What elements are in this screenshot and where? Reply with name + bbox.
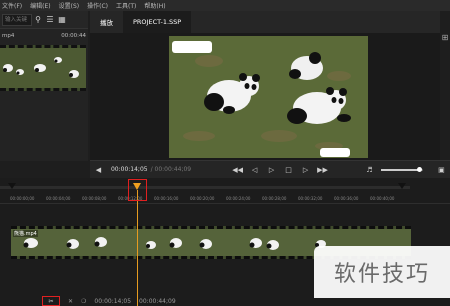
asset-header: mp4 00:00:44: [0, 33, 88, 43]
asset-duration: 00:00:44: [61, 33, 86, 39]
transport-bar: ◀ 00:00:14;05 / 00:00:44;09 ◀◀ ◁ ▷ □ ▷ ▶…: [90, 160, 450, 178]
total-time: / 00:00:44;09: [150, 166, 192, 173]
volume-fill: [380, 168, 419, 171]
search-input[interactable]: [2, 13, 32, 26]
menu-settings[interactable]: 设置(S): [59, 1, 80, 10]
range-start-marker[interactable]: [8, 183, 16, 189]
timeline-range-bar[interactable]: [0, 186, 410, 189]
timeline-ruler[interactable]: 00:00:00;00 00:00:04;00 00:00:08;00 00:0…: [0, 190, 450, 204]
playhead-line: [137, 190, 138, 306]
list-view-icon[interactable]: ☰: [44, 14, 56, 26]
playhead-highlight-box: [128, 179, 147, 201]
step-back-icon[interactable]: ◀◀: [229, 166, 246, 174]
preview-header: 播放 PROJECT-1.SSP: [90, 11, 440, 33]
tab-player[interactable]: 播放: [90, 11, 123, 33]
frame-back-icon[interactable]: ◁: [246, 166, 263, 174]
tick-label: 00:00:20;00: [190, 196, 215, 201]
crop-tool-icon[interactable]: ❍: [81, 298, 86, 305]
tick-label: 00:00:00;00: [10, 196, 35, 201]
bottom-time-2: 00:00:44;09: [139, 297, 176, 305]
split-tool-button[interactable]: ✂: [42, 296, 60, 306]
bottom-time-1: 00:00:14;05: [94, 297, 132, 305]
tick-label: 00:00:36;00: [334, 196, 359, 201]
tick-label: 00:00:32;00: [298, 196, 323, 201]
crop-icon[interactable]: ⊞: [440, 33, 450, 47]
panda-video-image: [169, 36, 368, 158]
tick-label: 00:00:04;00: [46, 196, 71, 201]
watermark-text: 软件技巧: [333, 262, 430, 287]
asset-name: mp4: [2, 33, 15, 39]
menu-operate[interactable]: 操作(C): [87, 1, 108, 10]
grid-view-icon[interactable]: ▦: [56, 14, 68, 26]
frame-forward-icon[interactable]: ▷: [297, 166, 314, 174]
clip-name: 熊猫.mp4: [13, 230, 38, 237]
preview-area: [90, 33, 440, 160]
tick-label: 00:00:08;00: [82, 196, 107, 201]
cut-icon[interactable]: ✕: [68, 298, 73, 305]
volume-slider[interactable]: [380, 166, 423, 172]
timeline-tools: ✂ ✕ ❍ 00:00:14;05 00:00:44;09: [0, 296, 300, 306]
stop-icon[interactable]: □: [280, 166, 297, 174]
volume-icon[interactable]: ♬: [361, 166, 378, 174]
menu-help[interactable]: 帮助(H): [144, 1, 165, 10]
tab-project[interactable]: PROJECT-1.SSP: [123, 11, 192, 33]
menu-file[interactable]: 文件(F): [2, 1, 22, 10]
media-panel: ⚲ ☰ ▦ mp4 00:00:44: [0, 11, 88, 161]
volume-knob[interactable]: [416, 166, 422, 172]
panda-thumbnail-image: [0, 48, 86, 88]
step-forward-icon[interactable]: ▶▶: [314, 166, 331, 174]
search-icon[interactable]: ⚲: [32, 14, 44, 26]
tick-label: 00:00:24;00: [226, 196, 251, 201]
tick-label: 00:00:28;00: [262, 196, 287, 201]
folder-icon[interactable]: ▣: [433, 166, 450, 174]
range-end-marker[interactable]: [398, 183, 406, 189]
menu-edit[interactable]: 编辑(E): [30, 1, 50, 10]
tick-label: 00:00:16;00: [154, 196, 179, 201]
tick-label: 00:00:40;00: [370, 196, 395, 201]
menu-tools[interactable]: 工具(T): [116, 1, 136, 10]
current-time: 00:00:14;05: [110, 166, 148, 173]
asset-thumbnail[interactable]: [0, 45, 86, 91]
split-icon: ✂: [48, 297, 54, 305]
play-icon[interactable]: ▷: [263, 166, 280, 174]
video-frame[interactable]: [169, 36, 368, 158]
prev-frame-icon[interactable]: ◀: [90, 166, 107, 174]
media-search-row: ⚲ ☰ ▦: [0, 11, 88, 29]
watermark: 软件技巧: [314, 246, 450, 298]
menu-bar: 文件(F) 编辑(E) 设置(S) 操作(C) 工具(T) 帮助(H): [0, 0, 450, 11]
